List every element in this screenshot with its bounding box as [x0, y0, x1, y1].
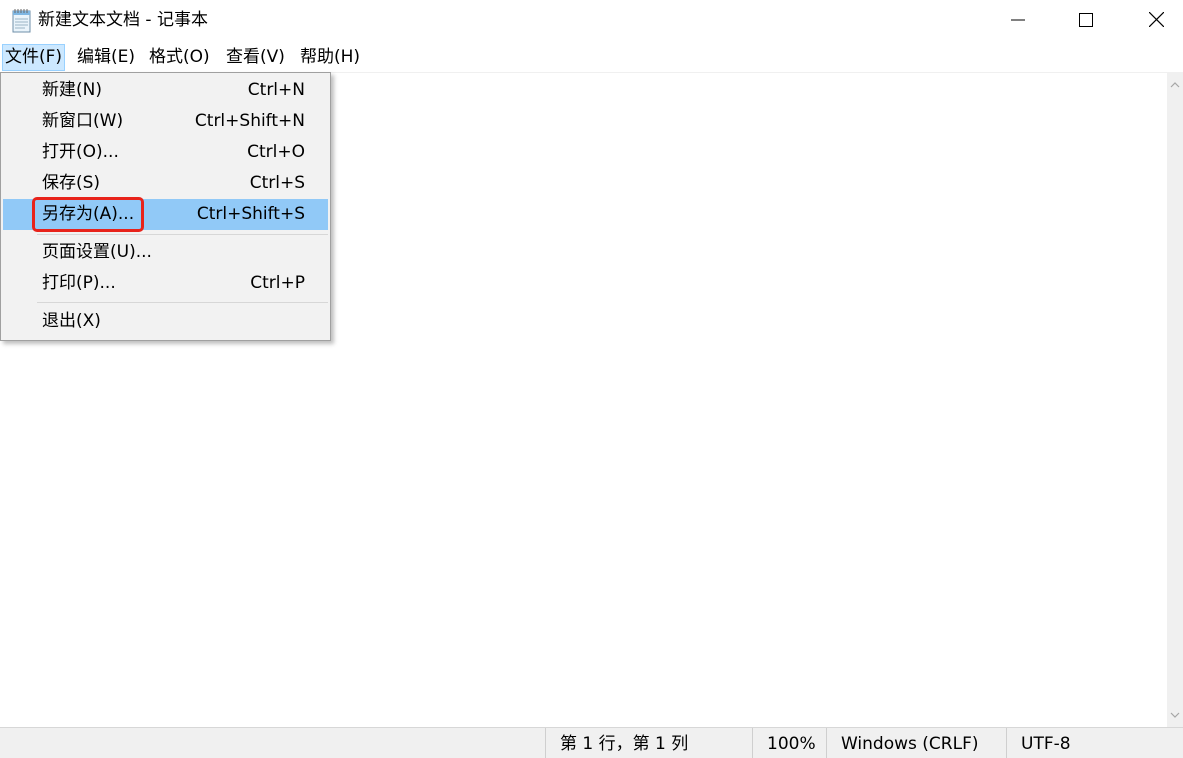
menu-item-label: 打开(O)...: [42, 142, 119, 162]
menu-item-page-setup[interactable]: 页面设置(U)...: [3, 237, 328, 268]
menu-item-label: 页面设置(U)...: [42, 242, 152, 262]
highlight-annotation-box: [32, 197, 144, 232]
vertical-scrollbar[interactable]: [1167, 72, 1183, 727]
menu-format[interactable]: 格式(O): [146, 44, 213, 71]
menu-item-exit[interactable]: 退出(X): [3, 306, 328, 337]
notepad-icon: [11, 8, 33, 33]
menu-item-shortcut: Ctrl+S: [249, 173, 305, 193]
maximize-button[interactable]: [1051, 0, 1121, 42]
menu-item-print[interactable]: 打印(P)... Ctrl+P: [3, 268, 328, 299]
menu-item-shortcut: Ctrl+N: [247, 80, 305, 100]
close-icon: [1148, 11, 1164, 31]
status-line-ending: Windows (CRLF): [826, 728, 1006, 758]
minimize-icon: [1011, 12, 1025, 31]
window-title: 新建文本文档 - 记事本: [38, 10, 208, 30]
menu-help[interactable]: 帮助(H): [297, 44, 363, 71]
menu-item-label: 退出(X): [42, 311, 101, 331]
menu-item-new-window[interactable]: 新窗口(W) Ctrl+Shift+N: [3, 106, 328, 137]
maximize-icon: [1079, 12, 1093, 31]
menu-item-shortcut: Ctrl+O: [247, 142, 305, 162]
menu-file[interactable]: 文件(F): [2, 44, 66, 71]
scroll-down-icon[interactable]: [1167, 707, 1183, 723]
menu-item-shortcut: Ctrl+Shift+S: [196, 204, 305, 224]
menu-separator: [37, 302, 328, 303]
menu-item-save[interactable]: 保存(S) Ctrl+S: [3, 168, 328, 199]
menu-item-label: 新建(N): [42, 80, 102, 100]
menu-edit[interactable]: 编辑(E): [74, 44, 138, 71]
scroll-up-icon[interactable]: [1167, 76, 1183, 92]
menu-item-shortcut: Ctrl+P: [250, 273, 305, 293]
status-encoding: UTF-8: [1006, 728, 1167, 758]
status-zoom: 100%: [752, 728, 826, 758]
menu-item-shortcut: Ctrl+Shift+N: [194, 111, 305, 131]
menu-item-label: 打印(P)...: [42, 273, 116, 293]
menu-item-new[interactable]: 新建(N) Ctrl+N: [3, 75, 328, 106]
status-bar: 第 1 行，第 1 列 100% Windows (CRLF) UTF-8: [0, 727, 1183, 758]
menu-item-label: 保存(S): [42, 173, 101, 193]
close-button[interactable]: [1121, 0, 1183, 42]
title-bar: 新建文本文档 - 记事本: [0, 0, 1183, 42]
status-cursor-position: 第 1 行，第 1 列: [545, 728, 754, 758]
menu-item-open[interactable]: 打开(O)... Ctrl+O: [3, 137, 328, 168]
menu-separator: [37, 234, 328, 235]
minimize-button[interactable]: [983, 0, 1053, 42]
menu-item-label: 新窗口(W): [42, 111, 124, 131]
menu-view[interactable]: 查看(V): [223, 44, 288, 71]
menu-bar: 文件(F) 编辑(E) 格式(O) 查看(V) 帮助(H): [0, 42, 1183, 72]
